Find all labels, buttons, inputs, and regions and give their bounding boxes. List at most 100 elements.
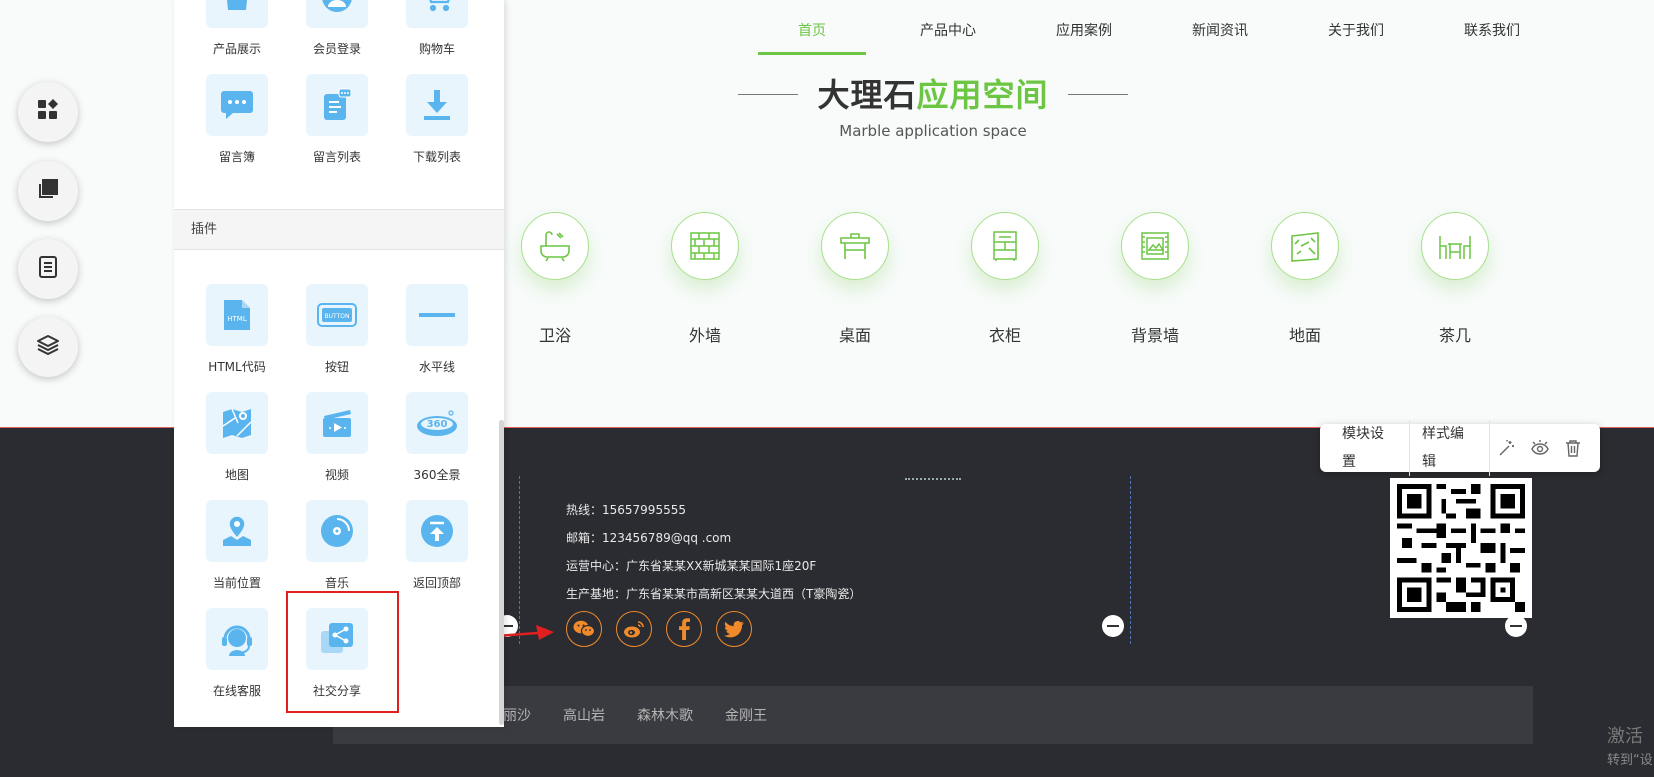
component-horizontal-line[interactable]: 水平线 <box>387 284 487 392</box>
category-exterior-wall[interactable]: 外墙 <box>630 212 780 346</box>
main-nav: 首页 产品中心 应用案例 新闻资讯 关于我们 联系我们 <box>744 20 1560 56</box>
social-share-highlight-box <box>286 591 399 713</box>
dining-set-icon <box>1421 212 1489 280</box>
document-tool-button[interactable] <box>18 239 78 299</box>
category-wardrobe[interactable]: 衣柜 <box>930 212 1080 346</box>
category-tabletop[interactable]: 桌面 <box>780 212 930 346</box>
component-label: 会员登录 <box>312 42 361 56</box>
message-list-icon <box>306 74 368 136</box>
category-label: 外墙 <box>688 326 721 345</box>
map-icon <box>206 392 268 454</box>
production-base-text: 生产基地：广东省某某市高新区某某大道西（T豪陶瓷） <box>566 587 862 601</box>
component-online-service[interactable]: 在线客服 <box>187 608 287 716</box>
component-label: 水平线 <box>418 360 455 374</box>
pages-tool-button[interactable] <box>18 161 78 221</box>
copy-icon <box>37 178 59 204</box>
location-pin-icon <box>206 500 268 562</box>
category-feature-wall[interactable]: 背景墙 <box>1080 212 1230 346</box>
component-360-panorama[interactable]: 360 360全景 <box>387 392 487 500</box>
video-icon <box>306 392 368 454</box>
component-back-to-top[interactable]: 返回顶部 <box>387 500 487 608</box>
shopping-bag-icon <box>206 0 268 28</box>
component-cart[interactable]: 购物车 <box>387 0 487 74</box>
layers-tool-button[interactable] <box>18 317 78 377</box>
bathtub-icon <box>521 212 589 280</box>
category-label: 茶几 <box>1438 326 1471 345</box>
guide-line-right <box>1130 476 1131 644</box>
horizontal-line-icon <box>406 284 468 346</box>
heading-divider-left <box>738 94 798 95</box>
component-html-code[interactable]: HTML HTML代码 <box>187 284 287 392</box>
magic-wand-icon[interactable] <box>1490 439 1523 457</box>
friend-link[interactable]: 金刚王 <box>725 705 767 725</box>
friend-link[interactable]: 丽沙 <box>503 705 531 725</box>
plugin-section-header[interactable]: 插件 <box>174 209 504 250</box>
section-title: 大理石应用空间 <box>738 70 1128 116</box>
eye-icon[interactable] <box>1523 440 1556 456</box>
section-subtitle: Marble application space <box>839 122 1027 140</box>
twitter-icon[interactable] <box>716 611 752 647</box>
social-links <box>566 611 752 647</box>
nav-products[interactable]: 产品中心 <box>880 20 1016 56</box>
component-download-list[interactable]: 下载列表 <box>387 74 487 182</box>
html-file-icon: HTML <box>206 284 268 346</box>
picture-frame-icon <box>1121 212 1189 280</box>
component-guestbook[interactable]: 留言簿 <box>187 74 287 182</box>
module-toolbar: 模块设置 样式编辑 <box>1320 420 1600 476</box>
nav-about[interactable]: 关于我们 <box>1288 20 1424 56</box>
module-settings-button[interactable]: 模块设置 <box>1330 420 1410 476</box>
style-edit-button[interactable]: 样式编辑 <box>1410 420 1490 476</box>
nav-contact[interactable]: 联系我们 <box>1424 20 1560 56</box>
friend-link[interactable]: 高山岩 <box>563 705 605 725</box>
category-list: 卫浴 外墙 桌面 衣柜 背景墙 地面 茶几 <box>480 212 1530 346</box>
category-tea-table[interactable]: 茶几 <box>1380 212 1530 346</box>
component-video[interactable]: 视频 <box>287 392 387 500</box>
nav-cases[interactable]: 应用案例 <box>1016 20 1152 56</box>
component-button[interactable]: BUTTON 按钮 <box>287 284 387 392</box>
watermark-line-2: 转到“设 <box>1607 753 1653 768</box>
component-member-login[interactable]: 会员登录 <box>287 0 387 74</box>
cart-icon <box>406 0 468 28</box>
component-label: 在线客服 <box>212 684 261 698</box>
ops-center-text: 运营中心：广东省某某XX新城某某国际1座20F <box>566 559 817 573</box>
remove-column-button-mid[interactable] <box>1102 615 1124 637</box>
section-heading: 大理石应用空间 Marble application space <box>738 70 1128 140</box>
panorama-360-icon: 360 <box>406 392 468 454</box>
friend-links-bar: 丽沙 高山岩 森林木歌 金刚王 <box>333 686 1533 744</box>
panel-scrollbar[interactable] <box>499 420 504 725</box>
category-label: 衣柜 <box>988 326 1021 345</box>
nav-home[interactable]: 首页 <box>744 20 880 56</box>
basic-components-grid: 产品展示 会员登录 购物车 留言簿 留言列表 下载列表 <box>187 0 487 182</box>
weibo-icon[interactable] <box>616 611 652 647</box>
drag-handle[interactable] <box>905 478 961 482</box>
wechat-icon[interactable] <box>566 611 602 647</box>
component-label: HTML代码 <box>208 360 266 374</box>
component-label: 产品展示 <box>212 42 261 56</box>
component-label: 返回顶部 <box>412 576 461 590</box>
download-icon <box>406 74 468 136</box>
components-tool-button[interactable] <box>18 82 78 142</box>
component-label: 音乐 <box>324 576 349 590</box>
component-message-list[interactable]: 留言列表 <box>287 74 387 182</box>
facebook-icon[interactable] <box>666 611 702 647</box>
headset-icon <box>206 608 268 670</box>
guide-line-left <box>519 476 520 644</box>
component-label: 地图 <box>224 468 249 482</box>
floor-plan-icon <box>1271 212 1339 280</box>
remove-column-button-right[interactable] <box>1505 615 1527 637</box>
component-label: 留言列表 <box>312 150 361 164</box>
friend-link[interactable]: 森林木歌 <box>637 705 693 725</box>
component-map[interactable]: 地图 <box>187 392 287 500</box>
component-label: 360全景 <box>413 468 461 482</box>
nav-news[interactable]: 新闻资讯 <box>1152 20 1288 56</box>
heading-divider-right <box>1068 94 1128 95</box>
hotline-text: 热线：15657995555 <box>566 503 686 517</box>
category-label: 地面 <box>1288 326 1321 345</box>
component-label: 下载列表 <box>412 150 461 164</box>
trash-icon[interactable] <box>1557 439 1590 457</box>
component-current-location[interactable]: 当前位置 <box>187 500 287 608</box>
category-label: 桌面 <box>838 326 871 345</box>
component-product-display[interactable]: 产品展示 <box>187 0 287 74</box>
category-floor[interactable]: 地面 <box>1230 212 1380 346</box>
qr-code-image <box>1390 478 1532 618</box>
